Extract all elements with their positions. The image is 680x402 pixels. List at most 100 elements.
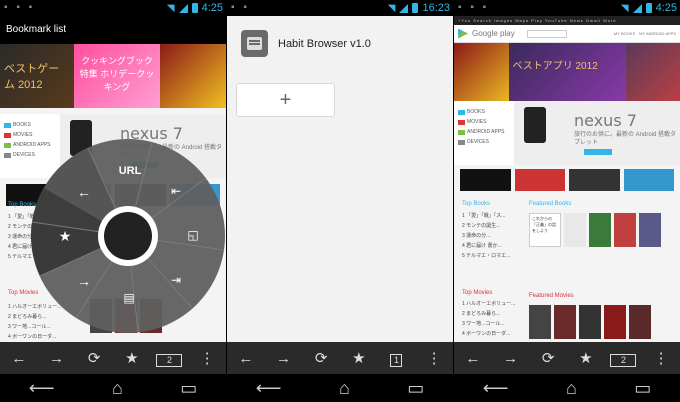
my-apps-link[interactable]: MY ANDROID APPS [639,31,676,36]
bookmark-button[interactable]: ★ [573,349,599,367]
refresh-button[interactable]: ⟳ [535,349,561,367]
nav-home-icon[interactable]: ⌂ [339,378,350,399]
tabs-button[interactable]: 2 [610,350,637,367]
book-cover[interactable] [564,213,586,247]
signal-icon [399,3,409,13]
forward-button[interactable]: → [43,350,69,367]
top-books-list: 1 「愛」「戦」「ス... 2 モンテの誕生... 3 運命の分... 4 君に… [8,214,57,260]
featured-books-title[interactable]: Featured Books [529,201,571,207]
nav-back-icon[interactable]: ⟵ [256,378,282,399]
my-books-link[interactable]: MY BOOKS [614,31,635,36]
tab-count: 2 [156,353,183,367]
radial-bookmark-icon[interactable]: ★ [53,228,77,245]
top-movies-title[interactable]: Top Movies [462,290,492,296]
menu-item-devices[interactable]: DEVICES [4,152,56,158]
movie-cover[interactable] [604,305,626,339]
panel-speed-dial: ▪ ▪ ◥ 16:23 Habit Browser v1.0 + ← → ⟳ ★… [227,0,453,402]
search-input[interactable] [526,29,567,38]
hero-banner[interactable]: ベストゲーム 2012 クッキングブック特集 ホリデークッキング [0,44,226,108]
radial-enter-icon[interactable]: ⇥ [164,273,188,287]
signal-icon [178,3,188,13]
add-speed-dial-button[interactable]: + [236,83,335,117]
nexus-logo: nexus 7 [574,111,637,130]
menu-button[interactable]: ⋮ [421,349,447,367]
menu-item-devices[interactable]: DEVICES [458,139,510,145]
radial-url-button[interactable]: URL [108,165,152,177]
clock: 16:23 [422,2,450,14]
featured-movies-title[interactable]: Featured Movies [529,293,574,299]
google-play-title[interactable]: Google play [472,29,515,38]
bookmark-button[interactable]: ★ [346,349,372,367]
movie-cover[interactable] [579,305,601,339]
hero-banner[interactable]: ベストアプリ 2012 [454,43,680,107]
web-content[interactable]: ベストアプリ 2012 BOOKS MOVIES ANDROID APPS DE… [454,43,680,342]
bookmark-button[interactable]: ★ [119,349,145,367]
notification-icons: ▪ ▪ ▪ [458,2,490,13]
nav-back-icon[interactable]: ⟵ [29,378,55,399]
battery-icon [645,3,652,13]
google-top-bar[interactable]: +You Search Images Maps Play YouTube New… [454,16,680,25]
book-cover[interactable] [614,213,636,247]
nexus-ad[interactable]: BOOKS MOVIES ANDROID APPS DEVICES nexus … [454,101,680,165]
nav-recents-icon[interactable]: ▭ [180,378,197,399]
browser-toolbar: ← → ⟳ ★ 2 ⋮ [454,342,680,374]
nexus-banner[interactable]: nexus 7 旅行のお供に。最新の Android 搭載タブレット [514,101,680,165]
radial-document-icon[interactable]: ▤ [117,291,141,305]
nav-home-icon[interactable]: ⌂ [112,378,123,399]
tile-2[interactable] [514,169,565,191]
page-title: Bookmark list [0,16,226,44]
forward-button[interactable]: → [270,350,296,367]
web-content[interactable]: Bookmark list ベストゲーム 2012 クッキングブック特集 ホリデ… [0,16,226,342]
menu-button[interactable]: ⋮ [648,349,674,367]
book-cover[interactable] [639,213,661,247]
menu-item-books[interactable]: BOOKS [458,109,510,115]
nav-recents-icon[interactable]: ▭ [634,378,651,399]
tile-4[interactable] [623,169,674,191]
menu-item-apps[interactable]: ANDROID APPS [458,129,510,135]
tablet-image [524,107,546,143]
tile-3[interactable] [115,184,166,206]
menu-item-movies[interactable]: MOVIES [458,119,510,125]
top-books-title[interactable]: Top Books [8,202,36,208]
system-nav-bar: ⟵ ⌂ ▭ [454,374,680,402]
tabs-button[interactable]: 1 [383,350,409,367]
tile-1[interactable] [460,169,511,191]
menu-item-books[interactable]: BOOKS [4,122,56,128]
refresh-button[interactable]: ⟳ [308,349,334,367]
book-cover[interactable] [589,213,611,247]
top-books-title[interactable]: Top Books [462,201,490,207]
movie-cover[interactable] [554,305,576,339]
clock: 4:25 [201,2,223,14]
movie-cover[interactable] [90,299,112,333]
menu-item-movies[interactable]: MOVIES [4,132,56,138]
radial-tab-icon[interactable]: ◱ [181,228,205,242]
hero-right [625,43,680,107]
tabs-button[interactable]: 2 [156,350,183,367]
nav-home-icon[interactable]: ⌂ [566,378,577,399]
nav-recents-icon[interactable]: ▭ [407,378,424,399]
browser-toolbar: ← → ⟳ ★ 2 ⋮ [0,342,226,374]
movie-cover[interactable] [140,299,162,333]
app-header[interactable]: Habit Browser v1.0 [241,30,371,57]
menu-button[interactable]: ⋮ [194,349,220,367]
back-button[interactable]: ← [6,350,32,367]
menu-item-apps[interactable]: ANDROID APPS [4,142,56,148]
nav-back-icon[interactable]: ⟵ [483,378,509,399]
forward-button[interactable]: → [497,350,523,367]
google-play-logo-icon[interactable] [458,28,468,39]
category-tiles [454,169,680,191]
top-books-list: 1 「愛」「戦」「ス... 2 モンテの誕生... 3 運命の分... 4 君に… [462,213,511,259]
movie-cover[interactable] [629,305,651,339]
system-nav-bar: ⟵ ⌂ ▭ [0,374,226,402]
tile-3[interactable] [569,169,620,191]
radial-exit-icon[interactable]: ⇤ [164,184,188,198]
radial-back-icon[interactable]: ← [72,184,96,200]
nexus-button[interactable] [584,149,612,155]
radial-forward-icon[interactable]: → [72,273,96,289]
movie-cover[interactable] [529,305,551,339]
book-cover[interactable]: これからの「正義」の話をしよう [529,213,561,247]
refresh-button[interactable]: ⟳ [81,349,107,367]
back-button[interactable]: ← [460,350,486,367]
back-button[interactable]: ← [233,350,259,367]
top-movies-title[interactable]: Top Movies [8,290,38,296]
